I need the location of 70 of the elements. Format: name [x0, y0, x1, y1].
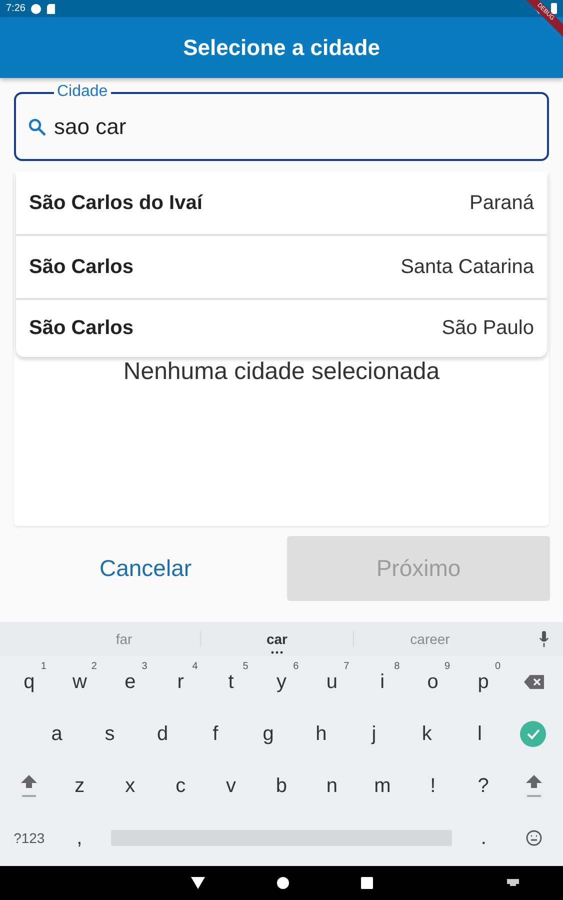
keyboard-key[interactable]: ! [408, 763, 458, 809]
city-name: São Carlos [29, 256, 134, 278]
keyboard-key[interactable]: . [458, 815, 509, 861]
suggestion-item[interactable]: São Carlos Santa Catarina [16, 236, 547, 300]
state-name: Santa Catarina [400, 256, 534, 278]
status-time: 7:26 [6, 3, 26, 14]
emoji-icon[interactable] [526, 830, 542, 846]
app-bar-title: Selecione a cidade [183, 34, 380, 60]
backspace-icon[interactable] [524, 675, 544, 689]
recents-icon[interactable] [360, 877, 372, 889]
key-hint: 8 [394, 661, 400, 672]
keyboard-key[interactable]: j [348, 711, 400, 757]
keyboard-key[interactable]: r 4 [155, 659, 206, 705]
more-icon [271, 651, 283, 654]
keyboard-key[interactable]: y 6 [256, 659, 307, 705]
keyboard-key[interactable]: a [30, 711, 84, 757]
keyboard-key[interactable]: i 8 [357, 659, 408, 705]
keyboard-key[interactable]: d [136, 711, 189, 757]
key-hint: 4 [192, 661, 198, 672]
word-suggestion[interactable]: car [201, 631, 354, 647]
keyboard-key[interactable]: t 5 [206, 659, 256, 705]
keyboard-key[interactable]: ? [458, 763, 509, 809]
city-name: São Carlos [29, 317, 134, 340]
keyboard-key[interactable]: h [294, 711, 348, 757]
keyboard-key[interactable]: z [54, 763, 105, 809]
key-hint: 5 [242, 661, 248, 672]
keyboard-key[interactable]: f [189, 711, 242, 757]
keyboard-key[interactable]: k [400, 711, 454, 757]
home-icon[interactable] [276, 877, 288, 889]
keyboard-key[interactable]: p 0 [458, 659, 509, 705]
keyboard-key[interactable]: e 3 [104, 659, 156, 705]
city-name: São Carlos do Ivaí [29, 192, 202, 214]
key-hint: 7 [344, 661, 350, 672]
keyboard-key[interactable]: l [453, 711, 506, 757]
state-name: Paraná [470, 192, 534, 214]
keyboard-key[interactable]: b [256, 763, 307, 809]
suggestion-item[interactable]: São Carlos do Ivaí Paraná [16, 172, 547, 236]
key-hint: 0 [494, 661, 501, 672]
sd-card-icon [47, 4, 56, 14]
key-hint: 9 [444, 661, 450, 672]
keyboard-key[interactable]: c [155, 763, 206, 809]
key-hint: 6 [293, 661, 299, 672]
keyboard-icon[interactable] [507, 879, 519, 886]
keyboard-key[interactable]: s [83, 711, 136, 757]
search-icon [28, 118, 46, 136]
check-icon[interactable] [520, 721, 546, 747]
keyboard-key[interactable]: m [357, 763, 408, 809]
back-icon[interactable] [190, 877, 204, 889]
keyboard-key[interactable]: v [206, 763, 256, 809]
cancel-button[interactable]: Cancelar [14, 536, 277, 601]
keyboard-key[interactable]: q 1 [4, 659, 54, 705]
suggestion-item[interactable]: São Carlos São Paulo [16, 300, 547, 357]
key-hint: 1 [40, 661, 46, 672]
keyboard-key[interactable]: u 7 [306, 659, 358, 705]
empty-message: Nenhuma cidade selecionada [122, 358, 441, 386]
keyboard-key[interactable]: g [242, 711, 295, 757]
state-name: São Paulo [442, 317, 534, 340]
key-hint: 3 [142, 661, 148, 672]
shift-icon[interactable] [20, 774, 38, 798]
keyboard-key[interactable]: n [306, 763, 358, 809]
field-value: sao car [54, 114, 126, 140]
key-hint: 2 [91, 661, 97, 672]
notification-icon [31, 4, 42, 14]
shift-icon[interactable] [524, 774, 543, 798]
keyboard-key[interactable]: , [54, 815, 105, 861]
keyboard-key[interactable]: x [104, 763, 156, 809]
keyboard-key[interactable]: o 9 [408, 659, 458, 705]
symbols-key[interactable]: ?123 [4, 815, 54, 861]
mic-icon[interactable] [539, 631, 549, 647]
keyboard-key[interactable]: w 2 [54, 659, 105, 705]
